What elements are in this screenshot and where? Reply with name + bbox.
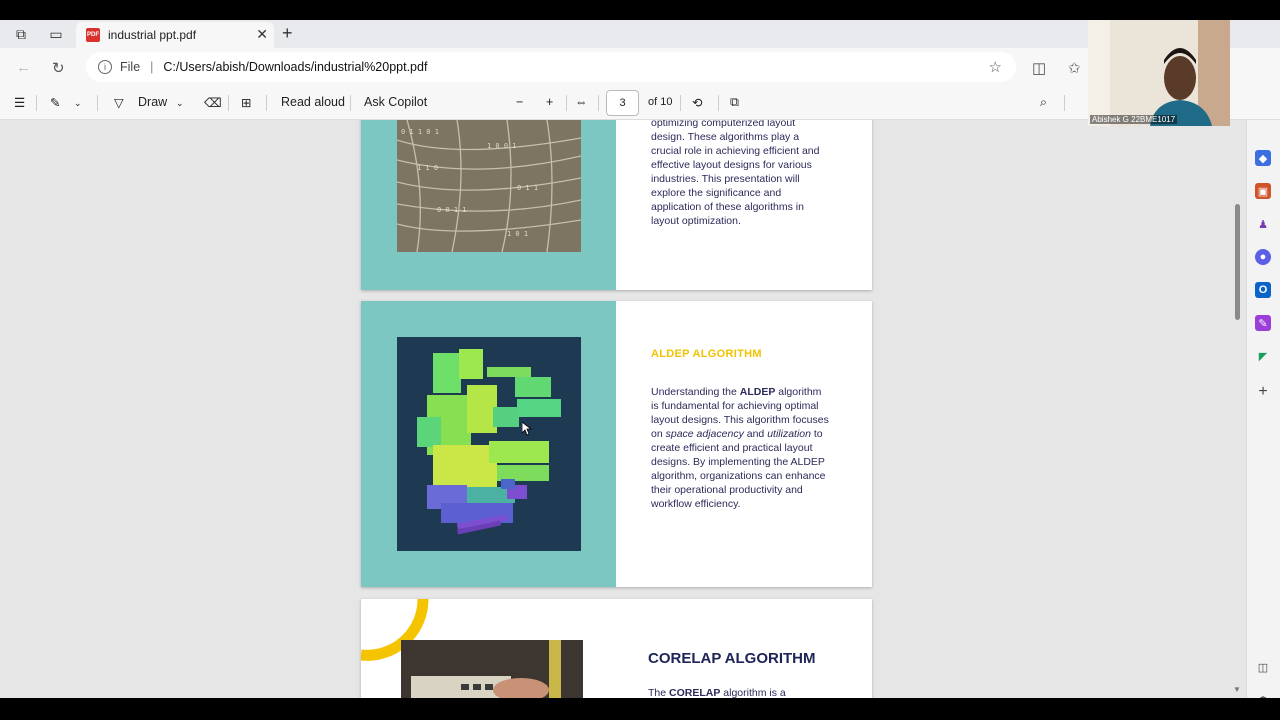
tab-title: industrial ppt.pdf [108, 28, 197, 42]
webcam-overlay: Abishek G 22BME1017 [1088, 20, 1230, 126]
highlight-icon[interactable]: ✎ [50, 95, 60, 110]
draw-icon[interactable]: ▽ [114, 95, 124, 110]
text-run: algorithm is a [720, 687, 786, 698]
split-screen-icon[interactable]: ◫ [1032, 59, 1046, 77]
address-scheme: File [120, 60, 141, 74]
pdf-file-icon: PDF [86, 28, 100, 42]
address-separator: | [150, 60, 154, 74]
games-icon[interactable]: ♟ [1255, 216, 1271, 232]
favorite-star-icon[interactable]: ☆ [989, 58, 1002, 76]
workspaces-icon[interactable]: ⧉ [12, 25, 30, 43]
text-run-bold: CORELAP [669, 687, 721, 698]
tab-actions-icon[interactable]: ▭ [47, 25, 65, 43]
divider [566, 95, 567, 111]
svg-text:1 0 1: 1 0 1 [507, 230, 528, 238]
divider [97, 95, 98, 111]
digital-cables-image: 0 1 1 0 1 1 0 0 1 1 1 0 0 1 1 0 0 1 1 1 0 1 [397, 120, 581, 252]
pdf-viewer[interactable]: 0 1 1 0 11 0 0 11 1 0 0 1 10 0 1 11 0 1 … [0, 120, 1246, 698]
settings-gear-icon[interactable]: ⚙ [1255, 692, 1271, 699]
refresh-icon[interactable]: ↻ [52, 59, 65, 77]
presenter-video [1088, 20, 1230, 126]
browser-window: ⧉ ▭ PDF industrial ppt.pdf ✕ + ← ↻ i Fil… [0, 20, 1280, 698]
scroll-down-icon[interactable]: ▼ [1233, 685, 1241, 694]
divider [598, 95, 599, 111]
address-bar[interactable]: i File | C:/Users/abish/Downloads/indust… [86, 52, 1016, 82]
zoom-in-icon[interactable]: + [546, 95, 553, 109]
aldep-layout-image [397, 337, 581, 551]
page-total: of 10 [648, 96, 673, 108]
corelap-photo [401, 640, 583, 698]
svg-text:0 0 1 1: 0 0 1 1 [437, 206, 467, 214]
svg-text:0 1 1 0 1: 0 1 1 0 1 [401, 128, 439, 136]
send-icon[interactable]: ◤ [1255, 348, 1271, 364]
contents-icon[interactable]: ☰ [14, 95, 25, 110]
address-url[interactable]: C:/Users/abish/Downloads/industrial%20pp… [163, 60, 427, 74]
info-icon[interactable]: i [98, 60, 112, 74]
text-run-italic: utilization [767, 428, 811, 440]
search-icon[interactable]: ⌕ [1040, 95, 1047, 110]
favorites-icon[interactable]: ✩ [1068, 59, 1081, 77]
edge-sidebar: ◆ ▣ ♟ ● O ✎ ◤ + ◫ ⚙ [1246, 120, 1280, 698]
slide-3-title: CORELAP ALGORITHM [648, 650, 816, 667]
svg-text:1 1 0: 1 1 0 [417, 164, 438, 172]
highlight-dropdown-icon[interactable]: ⌄ [74, 98, 82, 109]
mouse-cursor-icon [522, 422, 532, 436]
new-tab-icon[interactable]: + [282, 23, 293, 44]
divider [36, 95, 37, 111]
draw-dropdown-icon[interactable]: ⌄ [176, 98, 184, 109]
divider [680, 95, 681, 111]
divider [1064, 95, 1065, 111]
webcam-name-label: Abishek G 22BME1017 [1090, 115, 1178, 124]
scrollbar-thumb[interactable] [1235, 204, 1240, 320]
ask-copilot-button[interactable]: Ask Copilot [364, 95, 427, 109]
zoom-out-icon[interactable]: − [516, 95, 523, 109]
tag-icon[interactable]: ◆ [1255, 150, 1271, 166]
sidebar-toggle-icon[interactable]: ◫ [1255, 659, 1271, 675]
text-run: and [743, 428, 768, 440]
outlook-icon[interactable]: O [1255, 282, 1271, 298]
toolbox-icon[interactable]: ▣ [1255, 183, 1271, 199]
text-box-icon[interactable]: ⊞ [241, 95, 251, 110]
slide-1-paragraph: optimizing computerized layout design. T… [651, 120, 820, 227]
designer-icon[interactable]: ✎ [1255, 315, 1271, 331]
vertical-scrollbar[interactable]: ▼ [1232, 120, 1244, 698]
divider [266, 95, 267, 111]
slide-page-1: 0 1 1 0 11 0 0 11 1 0 0 1 10 0 1 11 0 1 … [361, 120, 872, 290]
back-icon[interactable]: ← [16, 59, 31, 76]
svg-text:0 1 1: 0 1 1 [517, 184, 538, 192]
divider [718, 95, 719, 111]
slide-page-2: ALDEP ALGORITHM Understanding the ALDEP … [361, 301, 872, 587]
slide-page-3: CORELAP ALGORITHM The CORELAP algorithm … [361, 599, 872, 698]
add-app-icon[interactable]: + [1255, 383, 1271, 400]
close-tab-icon[interactable]: ✕ [256, 26, 268, 43]
slide-2-paragraph: Understanding the ALDEP algorithm is fun… [651, 385, 829, 511]
text-run: Understanding the [651, 386, 740, 398]
fit-width-icon[interactable]: ⇔ [575, 95, 588, 109]
svg-text:1 0 0 1: 1 0 0 1 [487, 142, 517, 150]
draw-button[interactable]: Draw [138, 95, 167, 109]
rotate-icon[interactable]: ⟲ [692, 95, 702, 110]
erase-icon[interactable]: ⌫ [204, 95, 222, 110]
slide-3-paragraph: The CORELAP algorithm is a [648, 687, 786, 698]
text-run-bold: ALDEP [739, 386, 776, 398]
copilot-icon[interactable]: ● [1255, 249, 1271, 265]
read-aloud-button[interactable]: Read aloud [281, 95, 345, 109]
text-run-italic: space adjacency [665, 428, 744, 440]
tab-active[interactable]: PDF industrial ppt.pdf ✕ [76, 22, 274, 48]
slide-2-title: ALDEP ALGORITHM [651, 348, 762, 360]
page-number-input[interactable]: 3 [606, 90, 639, 116]
divider [350, 95, 351, 111]
text-run: The [648, 687, 670, 698]
text-run: to create efficient and practical layout… [651, 428, 826, 510]
page-view-icon[interactable]: ⧉ [730, 95, 739, 110]
divider [228, 95, 229, 111]
